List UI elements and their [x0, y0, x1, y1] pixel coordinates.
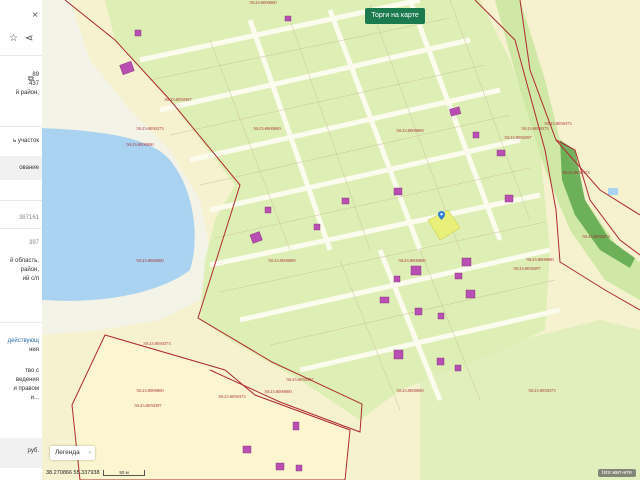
chevron-right-icon: › [89, 450, 91, 456]
panel-line: ния [29, 347, 39, 353]
panel-line: 397 [28, 240, 39, 246]
panel-line: 437 [28, 81, 39, 87]
cadastral-number-label: 50:23:0050373 [218, 394, 246, 399]
star-icon[interactable]: ☆ [9, 33, 18, 44]
panel-line: и правом [13, 386, 39, 392]
divider [0, 200, 42, 201]
cadastral-number-label: 50:23:0050373 [562, 170, 590, 175]
legend-button[interactable]: Легенда › [50, 446, 95, 460]
cadastral-number-label: 50:23:0050397 [134, 403, 162, 408]
close-icon[interactable]: × [32, 10, 38, 21]
panel-line: 387161 [18, 215, 39, 221]
legend-label: Легенда [55, 449, 80, 456]
location-pin-icon [438, 211, 445, 220]
cadastral-number-label: 50:23:0050397 [513, 266, 541, 271]
cadastral-number-label: 50:23:0050373 [143, 341, 171, 346]
panel-line: ий с/п [22, 276, 39, 282]
cadastral-number-label: 50:23:0050373 [544, 121, 572, 126]
divider [0, 228, 42, 229]
cadastral-number-label: 50:23:0000000 [396, 128, 424, 133]
cadastral-number-label: 50:23:0000000 [268, 258, 296, 263]
divider [0, 55, 42, 56]
panel-line: и... [30, 395, 39, 401]
panel-line: й район, [15, 90, 39, 96]
cadastral-map[interactable]: 50:23:0000000 50:23:0050397 50:23:0050373 5… [42, 0, 640, 480]
cadastral-number-label: 50:23:0000000 [396, 388, 424, 393]
copyright-badge: Іstо жит-ите [597, 469, 636, 477]
divider [0, 126, 42, 127]
share-icon[interactable]: ⋖ [25, 33, 33, 44]
scale-bar: 50 м [103, 470, 145, 476]
panel-line: район, [20, 267, 39, 273]
panel-line: й область, [10, 258, 39, 264]
panel-line: тво с [25, 368, 39, 374]
cadastral-number-label: 50:23:0050397 [504, 135, 532, 140]
cadastral-number-label: 50:23:0000000 [253, 126, 281, 131]
cadastral-number-label: 50:23:0050373 [136, 126, 164, 131]
panel-line: руб. [27, 448, 39, 454]
cadastral-number-label: 50:23:0050373 [528, 388, 556, 393]
cadastral-number-label: 50:23:0050397 [286, 377, 314, 382]
cadastral-number-label: 50:23:0000000 [126, 142, 154, 147]
cadastral-number-label: 50:23:0050373 [582, 234, 610, 239]
cadastral-number-label: 50:23:0000000 [249, 0, 277, 5]
coordinates-readout: 38.270866 55.337938 [46, 470, 100, 476]
cadastral-number-label: 50:23:0000000 [136, 258, 164, 263]
panel-line[interactable]: действующ [8, 338, 39, 345]
panel-line: ование [19, 165, 39, 171]
cadastral-number-label: 50:23:0000000 [526, 257, 554, 262]
cadastral-number-label: 50:23:0000000 [136, 388, 164, 393]
cadastral-number-label: 50:23:0000000 [264, 389, 292, 394]
panel-line: 89 [32, 72, 39, 78]
divider [0, 322, 42, 323]
small-pond [608, 188, 618, 195]
cadastral-number-label: 50:23:0050373 [521, 126, 549, 131]
info-side-panel: × ☆ ⋖ ⧉ 89 437 й район, ь участок ование… [0, 0, 43, 480]
panel-line: ь участок [13, 138, 39, 144]
map-canvas[interactable]: 50:23:000000050:23:005039750:23:0050373 5… [42, 0, 640, 480]
cadastral-number-label: 50:23:0050397 [164, 97, 192, 102]
panel-line: ведения [15, 377, 39, 383]
cadastral-number-label: 50:23:0000000 [398, 258, 426, 263]
trade-on-map-button[interactable]: Торги на карте [365, 8, 425, 24]
